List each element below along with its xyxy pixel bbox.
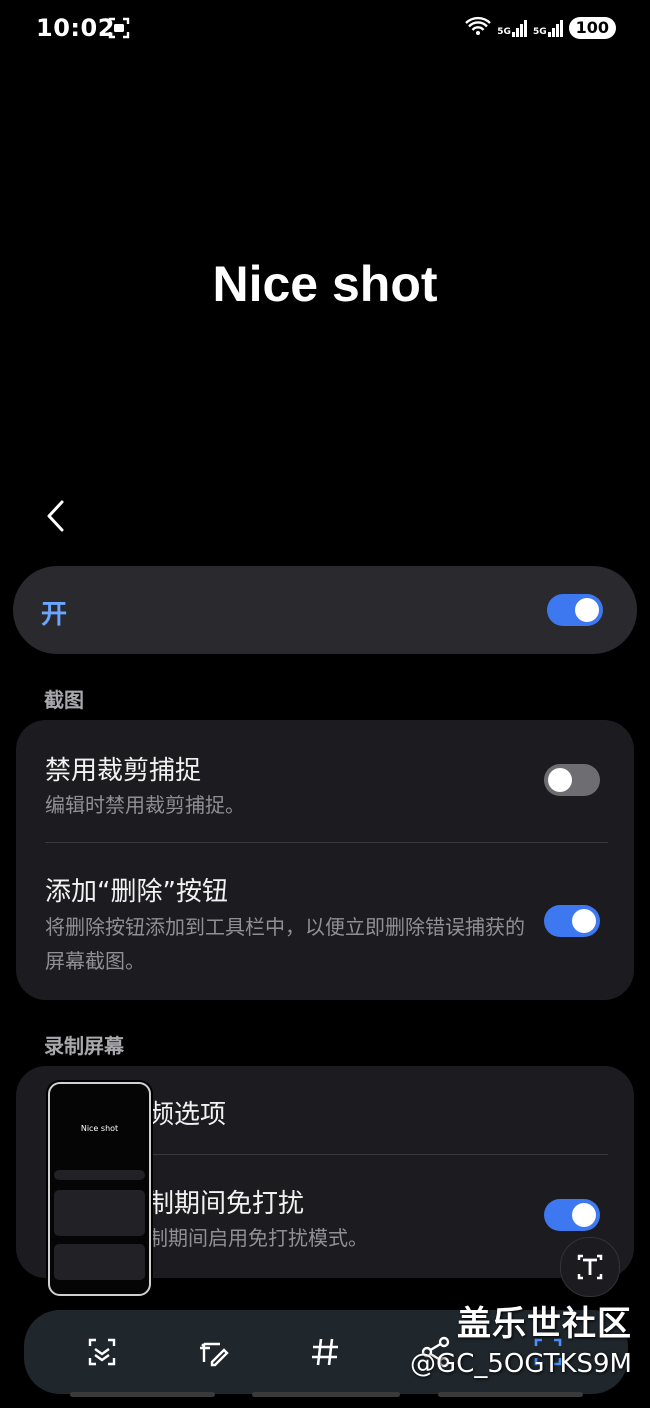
dnd-while-recording-toggle[interactable] <box>544 1199 600 1231</box>
nav-bar-segment <box>438 1392 583 1397</box>
smart-select-icon <box>88 1338 116 1366</box>
wifi-icon <box>465 16 492 40</box>
signal-sim1: 5G <box>497 19 527 37</box>
tag-button[interactable] <box>307 1334 343 1370</box>
network-label: 5G <box>497 26 511 37</box>
setting-title: 制期间免打扰 <box>148 1189 305 1219</box>
section-header-screenshot: 截图 <box>44 688 84 712</box>
nav-bar-segment <box>70 1392 215 1397</box>
watermark-line1: 盖乐世社区 <box>457 1304 632 1344</box>
back-button[interactable] <box>40 496 74 536</box>
setting-title: 禁用裁剪捕捉 <box>45 756 202 786</box>
screenshot-thumbnail[interactable]: Nice shot <box>48 1082 151 1296</box>
thumbnail-card <box>54 1190 145 1236</box>
signal-bars-icon <box>511 19 527 37</box>
nav-bar-segment <box>252 1392 400 1397</box>
section-header-screen-record: 录制屏幕 <box>44 1034 124 1058</box>
master-switch-row[interactable]: 开 <box>13 566 637 654</box>
thumbnail-card <box>54 1244 145 1280</box>
status-bar: 10:02 5G 5G 100 <box>0 0 650 62</box>
chevron-left-icon <box>47 500 64 532</box>
screenshot-indicator-icon <box>108 17 130 39</box>
page-title: Nice shot <box>212 256 438 312</box>
master-toggle[interactable] <box>547 594 603 626</box>
screenshot-settings-card: 禁用裁剪捕捉 编辑时禁用裁剪捕捉。 添加“删除”按钮 将删除按钮添加到工具栏中，… <box>16 720 634 1000</box>
setting-title: 添加“删除”按钮 <box>45 877 228 907</box>
disable-crop-toggle[interactable] <box>544 764 600 796</box>
battery-indicator: 100 <box>568 17 616 39</box>
watermark: 盖乐世社区 @GC_5OGTKS9M <box>410 1296 632 1379</box>
extract-text-button[interactable] <box>560 1237 620 1297</box>
edit-button[interactable] <box>196 1334 232 1370</box>
status-time: 10:02 <box>36 14 115 42</box>
setting-title: 频选项 <box>148 1100 227 1130</box>
signal-sim2: 5G <box>532 19 563 37</box>
master-switch-label: 开 <box>41 600 68 630</box>
setting-subtitle: 将删除按钮添加到工具栏中，以便立即删除错误捕获的屏幕截图。 <box>45 915 525 973</box>
thumbnail-master-row <box>54 1170 145 1180</box>
setting-row-disable-crop-capture[interactable]: 禁用裁剪捕捉 编辑时禁用裁剪捕捉。 <box>16 720 634 842</box>
text-scan-icon <box>577 1254 603 1280</box>
setting-subtitle: 编辑时禁用裁剪捕捉。 <box>45 793 245 817</box>
watermark-line2: @GC_5OGTKS9M <box>410 1349 632 1379</box>
hashtag-icon <box>312 1338 338 1366</box>
add-delete-button-toggle[interactable] <box>544 905 600 937</box>
signal-bars-icon <box>547 19 563 37</box>
network-label: 5G <box>532 26 547 37</box>
edit-draw-icon <box>200 1342 229 1367</box>
smart-select-button[interactable] <box>84 1334 120 1370</box>
setting-row-add-delete-button[interactable]: 添加“删除”按钮 将删除按钮添加到工具栏中，以便立即删除错误捕获的屏幕截图。 <box>16 843 634 1000</box>
thumbnail-title: Nice shot <box>80 1124 119 1133</box>
